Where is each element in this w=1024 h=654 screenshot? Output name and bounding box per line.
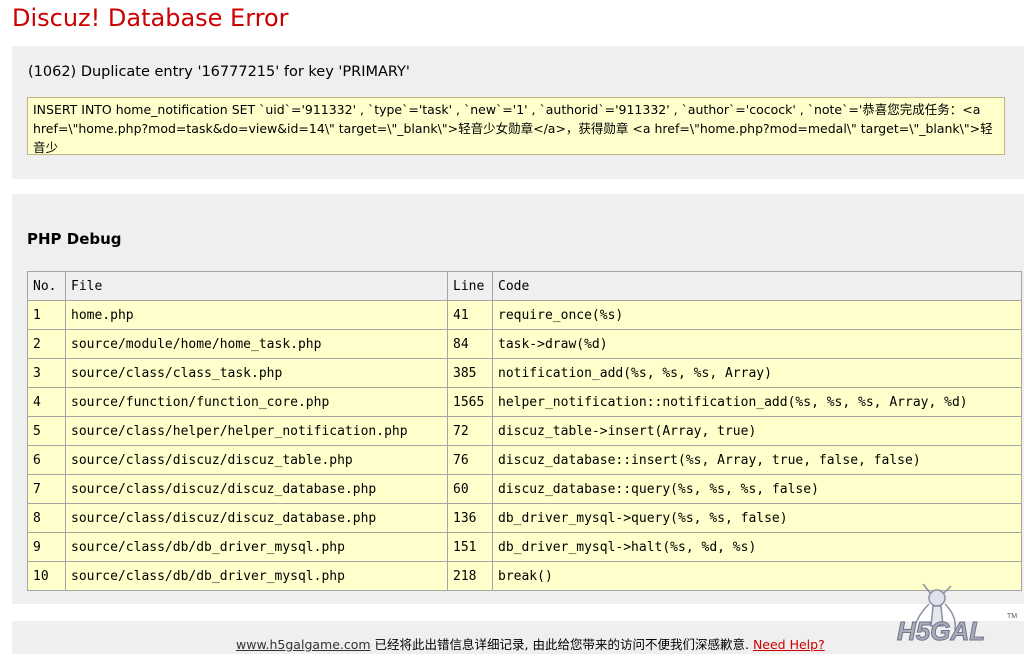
- footer-text: www.h5galgame.com 已经将此出错信息详细记录, 由此给您带来的访…: [236, 634, 825, 653]
- footer-message: 已经将此出错信息详细记录, 由此给您带来的访问不便我们深感歉意.: [370, 637, 753, 652]
- row-no: 4: [27, 387, 66, 417]
- row-code: discuz_database::insert(%s, Array, true,…: [492, 445, 1022, 475]
- logo-text: H5GAL: [897, 616, 985, 646]
- page-title: Discuz! Database Error: [12, 4, 289, 32]
- row-line: 218: [447, 561, 493, 591]
- row-code: require_once(%s): [492, 300, 1022, 330]
- row-no: 9: [27, 532, 66, 562]
- row-no: 6: [27, 445, 66, 475]
- row-no: 7: [27, 474, 66, 504]
- site-logo: H5GAL TM: [897, 583, 1017, 647]
- table-row: 9 source/class/db/db_driver_mysql.php 15…: [27, 532, 1022, 562]
- table-row: 10 source/class/db/db_driver_mysql.php 2…: [27, 561, 1022, 591]
- table-row: 4 source/function/function_core.php 1565…: [27, 387, 1022, 417]
- row-line: 151: [447, 532, 493, 562]
- header-file: File: [65, 271, 448, 301]
- row-file: source/class/db/db_driver_mysql.php: [65, 532, 448, 562]
- table-row: 2 source/module/home/home_task.php 84 ta…: [27, 329, 1022, 359]
- row-file: source/class/discuz/discuz_database.php: [65, 474, 448, 504]
- row-no: 10: [27, 561, 66, 591]
- table-row: 6 source/class/discuz/discuz_table.php 7…: [27, 445, 1022, 475]
- need-help-link[interactable]: Need Help?: [753, 637, 825, 652]
- table-row: 1 home.php 41 require_once(%s): [27, 300, 1022, 330]
- row-code: discuz_database::query(%s, %s, %s, false…: [492, 474, 1022, 504]
- row-no: 5: [27, 416, 66, 446]
- table-row: 7 source/class/discuz/discuz_database.ph…: [27, 474, 1022, 504]
- header-line: Line: [447, 271, 493, 301]
- error-message: (1062) Duplicate entry '16777215' for ke…: [28, 64, 410, 80]
- row-line: 76: [447, 445, 493, 475]
- row-file: source/function/function_core.php: [65, 387, 448, 417]
- header-code: Code: [492, 271, 1022, 301]
- row-line: 1565: [447, 387, 493, 417]
- row-line: 84: [447, 329, 493, 359]
- row-file: source/module/home/home_task.php: [65, 329, 448, 359]
- table-row: 5 source/class/helper/helper_notificatio…: [27, 416, 1022, 446]
- table-header-row: No. File Line Code: [27, 271, 1022, 301]
- header-no: No.: [27, 271, 66, 301]
- logo-trademark: TM: [1007, 613, 1017, 620]
- row-line: 385: [447, 358, 493, 388]
- error-panel: (1062) Duplicate entry '16777215' for ke…: [12, 46, 1024, 179]
- row-file: source/class/discuz/discuz_table.php: [65, 445, 448, 475]
- site-link[interactable]: www.h5galgame.com: [236, 637, 371, 652]
- row-line: 60: [447, 474, 493, 504]
- table-row: 3 source/class/class_task.php 385 notifi…: [27, 358, 1022, 388]
- row-line: 136: [447, 503, 493, 533]
- row-file: source/class/discuz/discuz_database.php: [65, 503, 448, 533]
- row-code: db_driver_mysql->halt(%s, %d, %s): [492, 532, 1022, 562]
- row-no: 1: [27, 300, 66, 330]
- row-code: task->draw(%d): [492, 329, 1022, 359]
- row-file: source/class/class_task.php: [65, 358, 448, 388]
- row-code: helper_notification::notification_add(%s…: [492, 387, 1022, 417]
- row-code: discuz_table->insert(Array, true): [492, 416, 1022, 446]
- row-no: 3: [27, 358, 66, 388]
- row-no: 8: [27, 503, 66, 533]
- row-no: 2: [27, 329, 66, 359]
- debug-panel: PHP Debug No. File Line Code 1 home.php …: [12, 194, 1024, 604]
- row-file: source/class/helper/helper_notification.…: [65, 416, 448, 446]
- row-code: notification_add(%s, %s, %s, Array): [492, 358, 1022, 388]
- footer: www.h5galgame.com 已经将此出错信息详细记录, 由此给您带来的访…: [12, 621, 1024, 654]
- row-file: source/class/db/db_driver_mysql.php: [65, 561, 448, 591]
- row-line: 72: [447, 416, 493, 446]
- debug-title: PHP Debug: [27, 230, 122, 248]
- row-code: db_driver_mysql->query(%s, %s, false): [492, 503, 1022, 533]
- table-row: 8 source/class/discuz/discuz_database.ph…: [27, 503, 1022, 533]
- debug-table: No. File Line Code 1 home.php 41 require…: [27, 271, 1022, 591]
- row-file: home.php: [65, 300, 448, 330]
- row-line: 41: [447, 300, 493, 330]
- sql-query-box: INSERT INTO home_notification SET `uid`=…: [27, 97, 1005, 155]
